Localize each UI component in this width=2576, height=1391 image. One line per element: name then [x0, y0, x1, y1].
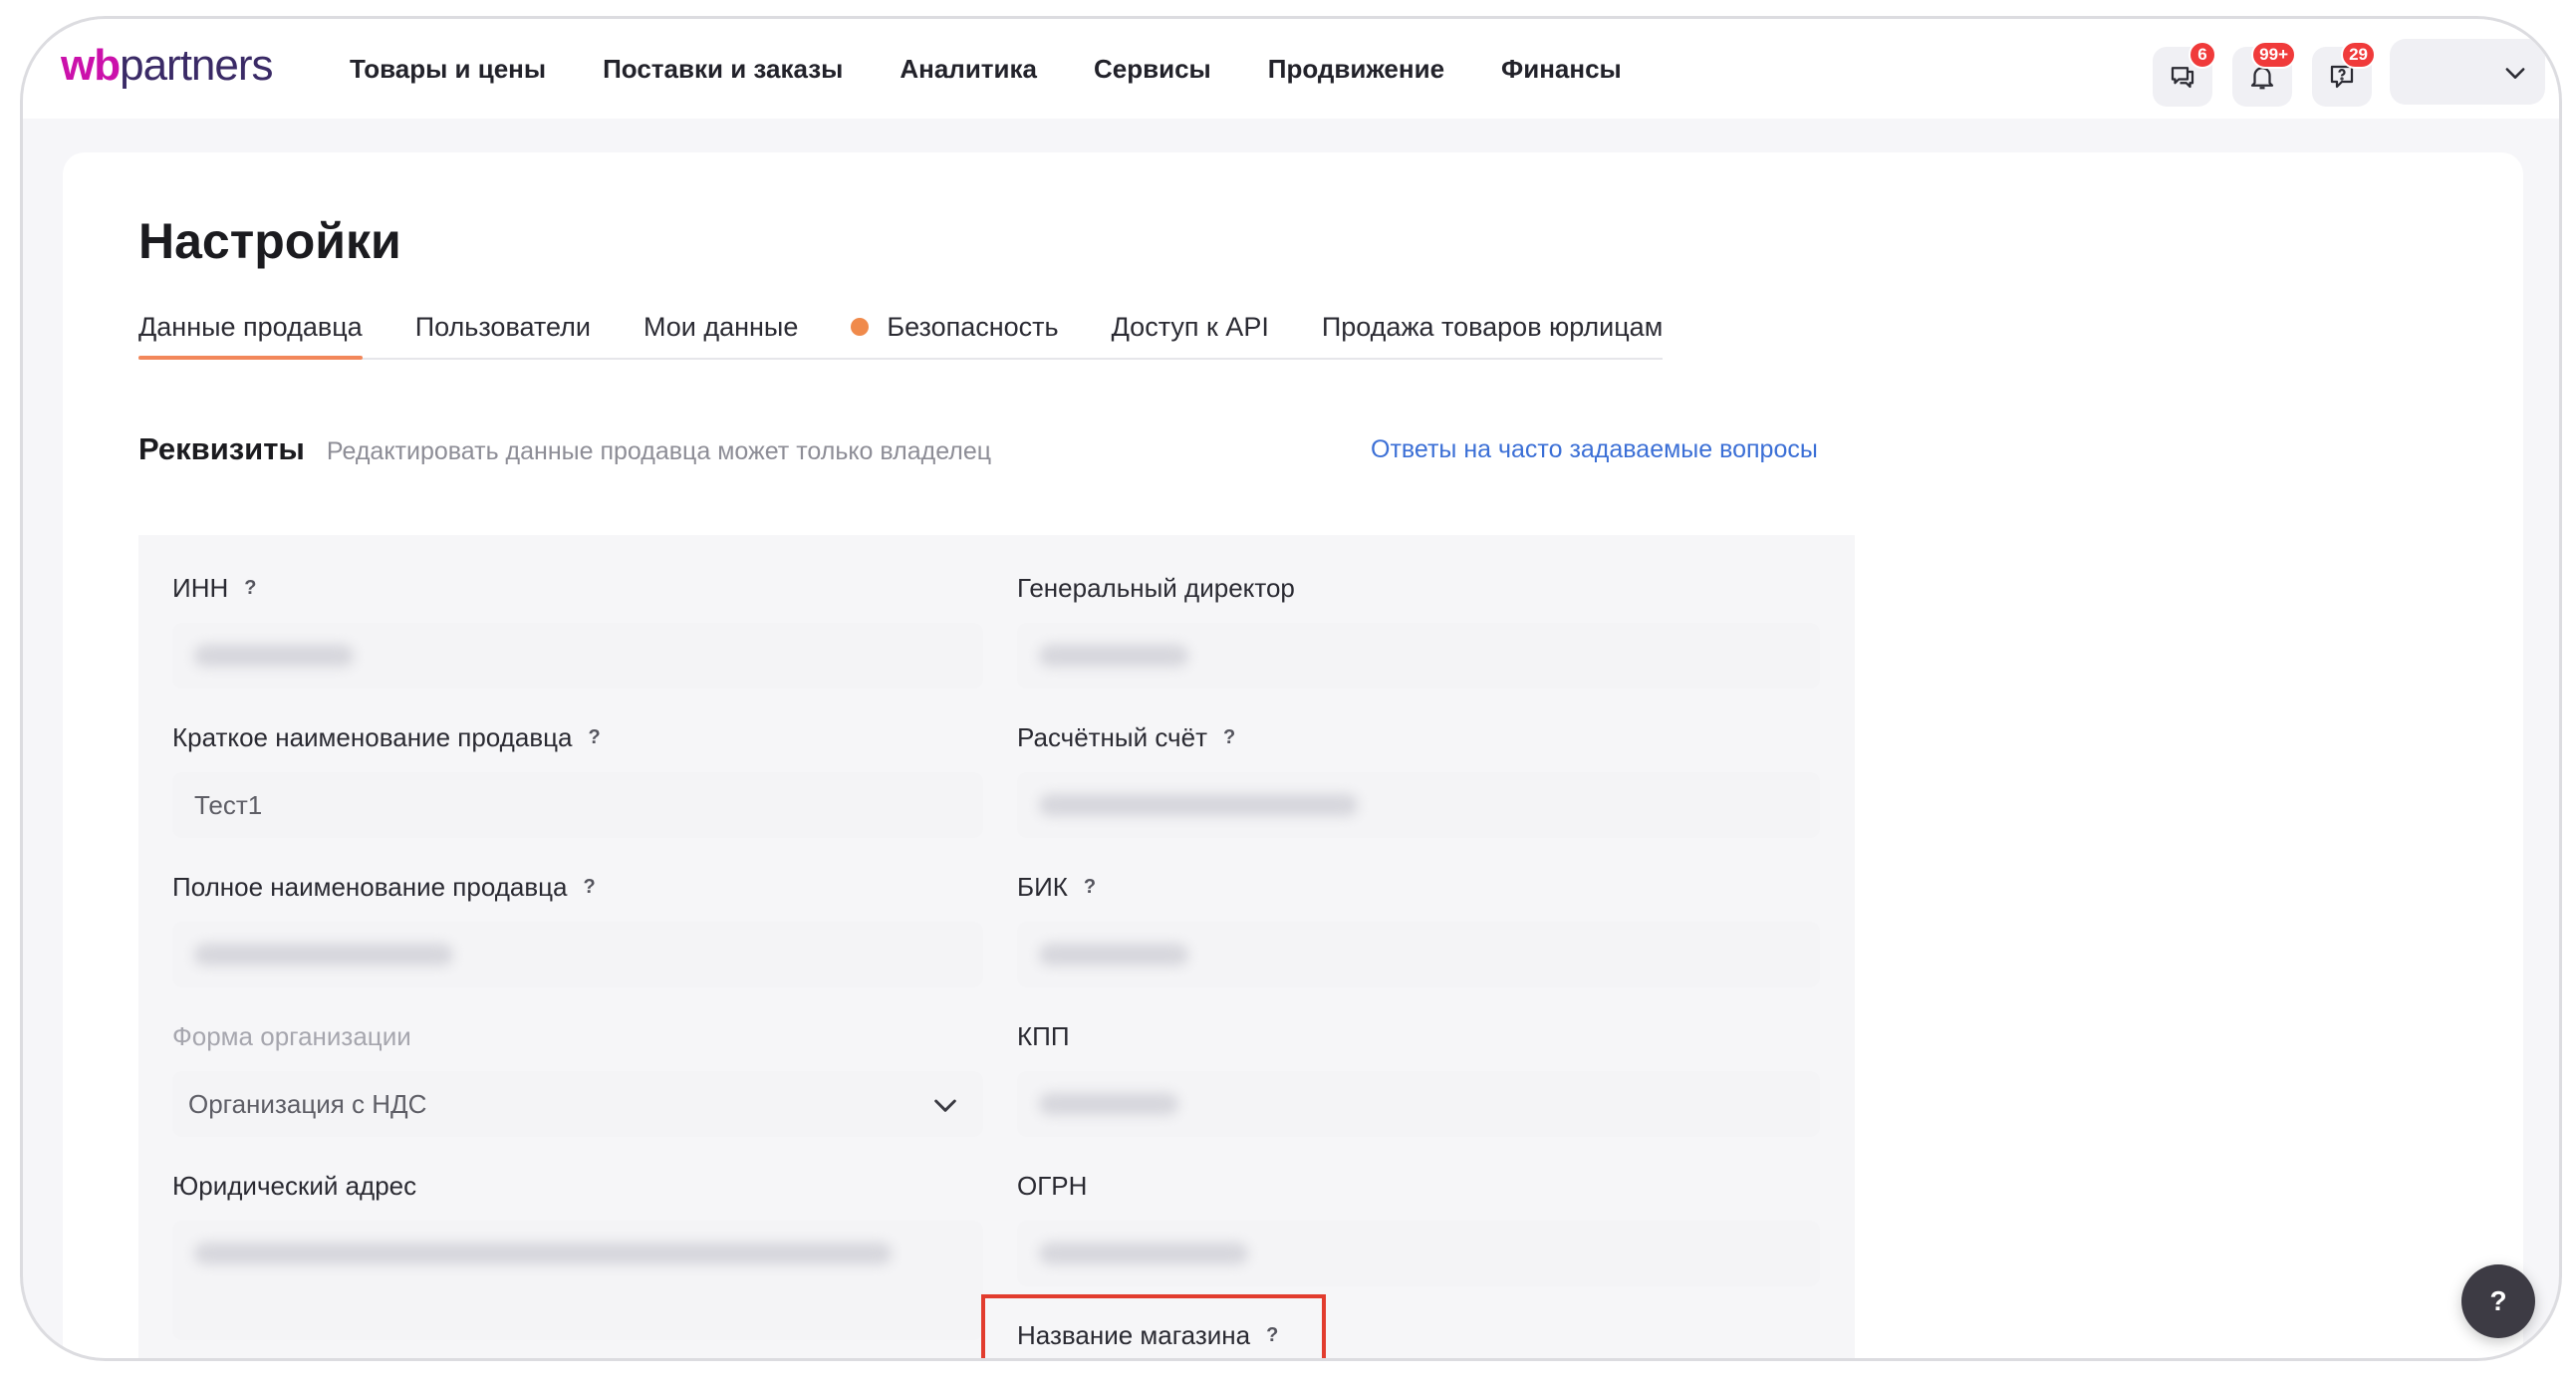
help-icon[interactable]: ? [1266, 1324, 1278, 1347]
security-status-dot [851, 318, 870, 336]
section-title: Реквизиты [138, 431, 305, 466]
short-name-field[interactable]: Тест1 [172, 772, 983, 838]
support-button[interactable]: 29 [2312, 41, 2376, 107]
requisites-header: Реквизиты Редактировать данные продавца … [138, 431, 991, 467]
requisites-form: ИНН? Краткое наименование продавца? Тест… [138, 535, 1855, 1358]
nav-promotion[interactable]: Продвижение [1268, 54, 1444, 85]
inn-label: ИНН? [172, 573, 257, 603]
inn-field[interactable] [172, 623, 983, 689]
tab-security[interactable]: Безопасность [851, 312, 1059, 358]
director-label: Генеральный директор [1017, 573, 1295, 603]
ogrn-label: ОГРН [1017, 1171, 1088, 1201]
redacted-value [194, 944, 453, 966]
profile-menu[interactable] [2390, 39, 2545, 105]
bik-field[interactable] [1017, 922, 1820, 987]
help-icon[interactable]: ? [584, 876, 596, 899]
help-fab[interactable]: ? [2461, 1264, 2535, 1338]
nav-products-prices[interactable]: Товары и цены [350, 54, 546, 85]
settings-card: Настройки Данные продавца Пользователи М… [63, 152, 2523, 1358]
tab-my-data[interactable]: Мои данные [644, 312, 798, 358]
kpp-field[interactable] [1017, 1071, 1820, 1137]
tab-users[interactable]: Пользователи [415, 312, 591, 358]
browser-frame: wb partners Товары и цены Поставки и зака… [20, 16, 2562, 1361]
org-form-select[interactable]: Организация с НДС [172, 1071, 983, 1137]
tab-api-access[interactable]: Доступ к API [1112, 312, 1269, 358]
legal-address-label: Юридический адрес [172, 1171, 417, 1201]
faq-link[interactable]: Ответы на часто задаваемые вопросы [1371, 435, 1818, 464]
main-nav: Товары и цены Поставки и заказы Аналитик… [350, 19, 1678, 119]
nav-finance[interactable]: Финансы [1501, 54, 1622, 85]
wb-partners-logo[interactable]: wb partners [61, 41, 274, 97]
redacted-value [1039, 794, 1358, 816]
redacted-value [1039, 1093, 1178, 1115]
legal-address-field[interactable] [172, 1221, 983, 1340]
account-label: Расчётный счёт? [1017, 722, 1236, 752]
chat-icon [2171, 67, 2194, 89]
ogrn-field[interactable] [1017, 1221, 1820, 1286]
nav-supplies-orders[interactable]: Поставки и заказы [603, 54, 843, 85]
notifications-button[interactable]: 99+ [2232, 41, 2296, 107]
kpp-label: КПП [1017, 1021, 1070, 1051]
chevron-down-icon [934, 1099, 956, 1112]
chevron-down-icon [2505, 68, 2525, 79]
support-badge: 29 [2341, 41, 2376, 69]
page-title: Настройки [138, 213, 401, 269]
tab-b2b-sales[interactable]: Продажа товаров юрлицам [1322, 312, 1663, 358]
help-icon[interactable]: ? [1084, 876, 1096, 899]
redacted-value [1039, 1243, 1248, 1264]
section-subtitle: Редактировать данные продавца может толь… [326, 437, 992, 465]
help-icon[interactable]: ? [1223, 726, 1235, 749]
director-field[interactable] [1017, 623, 1820, 689]
redacted-value [1039, 944, 1188, 966]
short-name-label: Краткое наименование продавца? [172, 722, 601, 752]
bik-label: БИК? [1017, 872, 1097, 902]
nav-services[interactable]: Сервисы [1094, 54, 1211, 85]
settings-tabs: Данные продавца Пользователи Мои данные … [138, 312, 1664, 360]
redacted-value [194, 645, 354, 667]
full-name-label: Полное наименование продавца? [172, 872, 596, 902]
redacted-value [194, 1243, 892, 1264]
nav-analytics[interactable]: Аналитика [900, 54, 1037, 85]
tab-seller-data[interactable]: Данные продавца [138, 312, 363, 360]
redacted-value [1039, 645, 1188, 667]
help-icon[interactable]: ? [588, 726, 600, 749]
account-field[interactable] [1017, 772, 1820, 838]
full-name-field[interactable] [172, 922, 983, 987]
top-header: wb partners Товары и цены Поставки и зака… [23, 19, 2559, 119]
shop-name-label: Название магазина? [1017, 1320, 1279, 1350]
chat-badge: 6 [2189, 41, 2216, 69]
chat-button[interactable]: 6 [2153, 41, 2216, 107]
org-form-label: Форма организации [172, 1021, 411, 1051]
help-icon[interactable]: ? [244, 577, 256, 600]
notifications-badge: 99+ [2251, 41, 2296, 69]
